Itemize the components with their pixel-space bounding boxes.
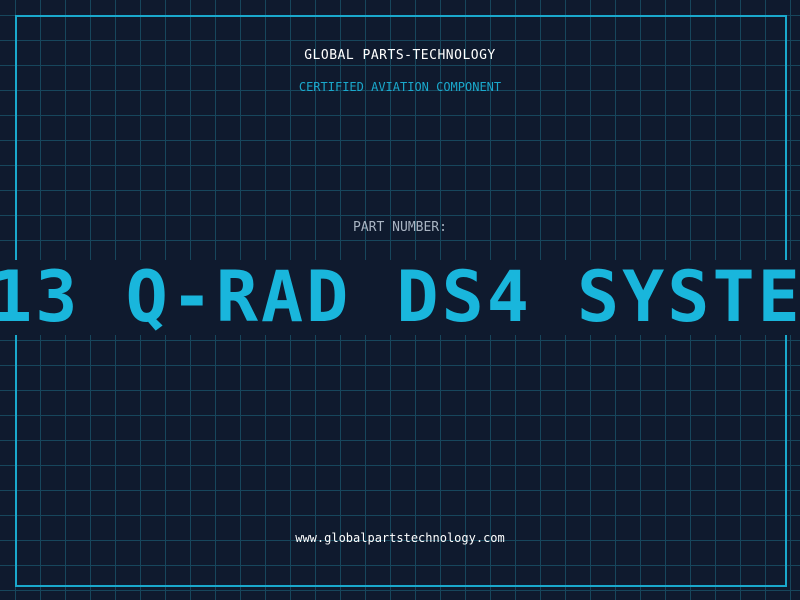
company-name: GLOBAL PARTS-TECHNOLOGY	[304, 48, 496, 63]
part-number-label: PART NUMBER:	[353, 220, 447, 235]
website-url: www.globalpartstechnology.com	[295, 531, 505, 545]
tagline: CERTIFIED AVIATION COMPONENT	[298, 80, 502, 94]
part-number-band: 013 Q-RAD DS4 SYSTE	[0, 260, 800, 335]
part-number-value: 013 Q-RAD DS4 SYSTE	[0, 260, 800, 335]
